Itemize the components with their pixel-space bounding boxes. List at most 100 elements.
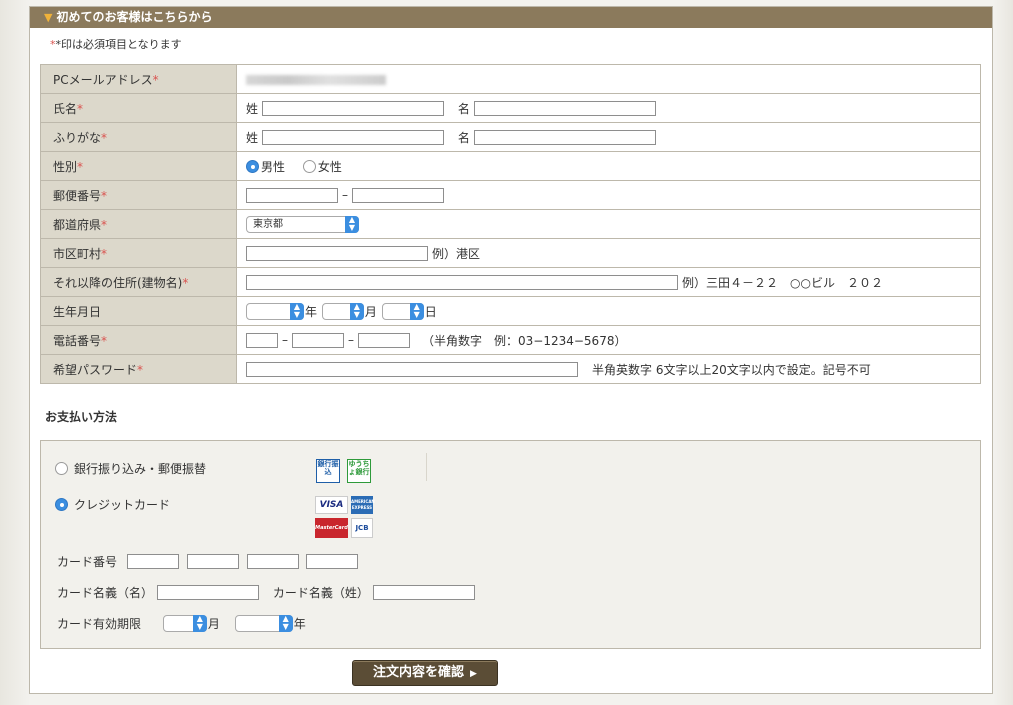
row-birthdate: 生年月日 ▲ ▼ 年 ▲ ▼ 月 ▲ ▼ 日 (40, 296, 981, 326)
label-name: 氏名 (53, 101, 78, 116)
select-arrows-icon: ▲ ▼ (278, 615, 293, 632)
card-name-last-input[interactable] (372, 585, 475, 600)
gender-female-radio[interactable] (302, 159, 316, 173)
card-expiry-month-label: 月 (207, 617, 220, 631)
gender-male-radio[interactable] (246, 159, 259, 173)
birth-day-select[interactable]: ▲ ▼ (381, 302, 424, 320)
label-address: それ以降の住所(建物名) (53, 275, 183, 290)
row-gender: 性別* 男性 女性 (40, 151, 981, 181)
card-number-label: カード番号 (57, 555, 118, 569)
page-background-left (0, 0, 30, 705)
phone-separator: – (282, 333, 288, 347)
email-value-blurred (246, 74, 386, 85)
mastercard-logo: MasterCard (315, 518, 348, 538)
card-name-first-label: カード名義（名） (57, 586, 154, 600)
address-input[interactable] (246, 274, 678, 290)
address-example: 例）三田４－２２ ○○ビル ２０２ (682, 275, 883, 290)
row-prefecture: 都道府県* 東京都 ▲ ▼ (40, 209, 981, 239)
phone-hint: （半角数字 例：03−1234−5678） (422, 333, 627, 348)
card-name-first-input[interactable] (157, 585, 260, 600)
password-input[interactable] (246, 361, 578, 377)
card-name-last-label: カード名義（姓） (272, 586, 369, 600)
label-prefecture: 都道府県 (53, 217, 102, 232)
card-number-input-4[interactable] (306, 554, 359, 569)
city-input[interactable] (246, 245, 428, 261)
label-mei: 名 (457, 101, 470, 116)
postal-separator: – (342, 188, 348, 202)
phone-third-input[interactable] (358, 332, 410, 348)
postal-code-first-input[interactable] (246, 187, 338, 203)
amex-logo: AMERICAN EXPRESS (351, 496, 375, 514)
card-number-input-3[interactable] (246, 554, 299, 569)
phone-separator: – (348, 333, 354, 347)
row-password: 希望パスワード* 半角英数字 6文字以上20文字以内で設定。記号不可 (40, 354, 981, 384)
select-arrows-icon: ▲ ▼ (345, 215, 359, 233)
required-note: **印は必須項目となります (50, 38, 182, 51)
card-expiry-row: カード有効期限 ▲ ▼ 月 ▲ ▼ 年 (57, 615, 307, 632)
city-example: 例）港区 (432, 246, 481, 261)
credit-card-radio[interactable] (55, 498, 68, 511)
registration-panel: ▼ 初めてのお客様はこちらから **印は必須項目となります PCメールアドレス* … (29, 6, 993, 694)
select-arrows-icon: ▲ ▼ (290, 302, 304, 320)
bank-transfer-radio[interactable] (55, 462, 68, 475)
bank-transfer-logo: 銀行振込 (316, 459, 340, 483)
card-number-input-2[interactable] (186, 554, 239, 569)
row-phone: 電話番号* – – （半角数字 例：03−1234−5678） (40, 325, 981, 355)
label-city: 市区町村 (53, 246, 102, 261)
label-gender: 性別 (53, 159, 78, 174)
yucho-bank-logo: ゆうちょ銀行 (347, 459, 371, 483)
card-number-row: カード番号 (57, 553, 359, 570)
first-name-kana-input[interactable] (473, 129, 656, 145)
postal-code-second-input[interactable] (352, 187, 444, 203)
page-background-right (993, 0, 1013, 705)
payment-option-bank[interactable]: 銀行振り込み・郵便振替 (55, 460, 210, 477)
payment-option-credit[interactable]: クレジットカード (55, 496, 174, 513)
card-name-row: カード名義（名） カード名義（姓） (57, 584, 475, 601)
panel-title: 初めてのお客様はこちらから (56, 10, 213, 24)
select-arrows-icon: ▲ ▼ (349, 302, 364, 320)
password-hint: 半角英数字 6文字以上20文字以内で設定。記号不可 (592, 362, 871, 377)
bank-transfer-label: 銀行振り込み・郵便振替 (74, 462, 207, 476)
label-password: 希望パスワード (53, 362, 138, 377)
row-address: それ以降の住所(建物名)* 例）三田４－２２ ○○ビル ２０２ (40, 267, 981, 297)
triangle-right-icon: ▶ (470, 669, 477, 679)
confirm-order-label: 注文内容を確認 (373, 665, 465, 680)
birth-year-label: 年 (305, 304, 318, 319)
divider (426, 453, 427, 481)
phone-second-input[interactable] (292, 332, 344, 348)
gender-male-label: 男性 (261, 159, 286, 174)
triangle-down-icon: ▼ (44, 11, 53, 24)
birth-year-select[interactable]: ▲ ▼ (246, 302, 304, 320)
card-expiry-year-select[interactable]: ▲ ▼ (234, 615, 293, 632)
card-number-input-1[interactable] (126, 554, 179, 569)
gender-female-label: 女性 (317, 159, 342, 174)
birth-month-select[interactable]: ▲ ▼ (321, 302, 364, 320)
prefecture-selected-value: 東京都 (253, 218, 283, 230)
label-postal: 郵便番号 (53, 188, 102, 203)
required-note-text: *印は必須項目となります (55, 38, 182, 51)
label-sei: 姓 (246, 101, 259, 116)
visa-logo: VISA (315, 496, 348, 514)
last-name-kana-input[interactable] (262, 129, 445, 145)
payment-method-title: お支払い方法 (45, 410, 118, 424)
confirm-order-button[interactable]: 注文内容を確認 ▶ (352, 660, 498, 686)
panel-header: ▼ 初めてのお客様はこちらから (30, 7, 992, 28)
label-mei-kana: 名 (457, 130, 470, 145)
label-email: PCメールアドレス (53, 72, 153, 87)
row-email: PCメールアドレス* (40, 64, 981, 94)
card-expiry-month-select[interactable]: ▲ ▼ (162, 615, 207, 632)
last-name-input[interactable] (262, 100, 445, 116)
row-furigana: ふりがな* 姓 名 (40, 122, 981, 152)
select-arrows-icon: ▲ ▼ (409, 302, 424, 320)
birth-day-label: 日 (424, 304, 437, 319)
prefecture-select[interactable]: 東京都 ▲ ▼ (246, 215, 359, 233)
payment-method-box: 銀行振り込み・郵便振替 銀行振込 ゆうちょ銀行 クレジットカード VISA AM… (40, 440, 981, 649)
label-sei-kana: 姓 (246, 130, 259, 145)
select-arrows-icon: ▲ ▼ (192, 615, 207, 632)
first-name-input[interactable] (473, 100, 656, 116)
phone-first-input[interactable] (246, 332, 278, 348)
label-birthdate: 生年月日 (53, 304, 102, 319)
birth-month-label: 月 (364, 304, 377, 319)
row-postal: 郵便番号* – (40, 180, 981, 210)
customer-form-table: PCメールアドレス* 氏名* 姓 名 ふりがな* 姓 名 性別* 男性 女性 郵… (40, 64, 981, 384)
